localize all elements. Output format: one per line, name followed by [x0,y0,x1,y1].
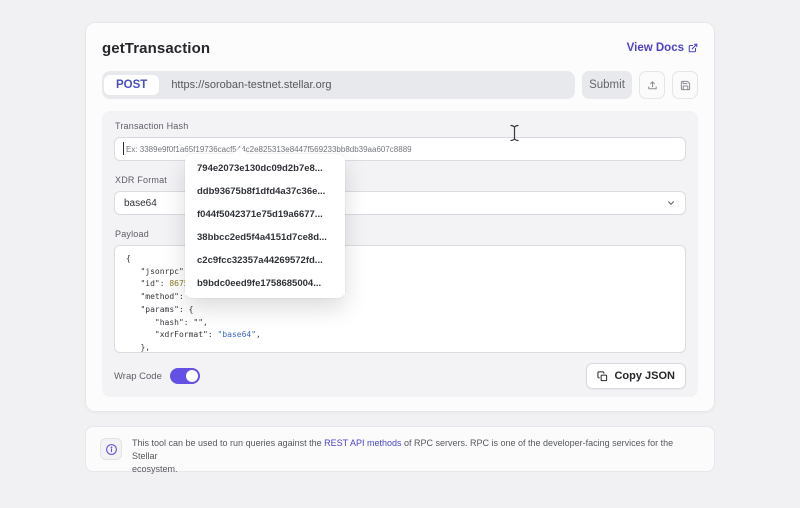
view-docs-label: View Docs [626,42,684,54]
hash-suggestions-list: 794e2073e130dc09d2b7e8... ddb93675b8f1dfd… [185,157,345,295]
copy-json-button[interactable]: Copy JSON [586,363,686,389]
info-icon [105,443,117,455]
http-method-badge: POST [104,75,160,95]
submit-button[interactable]: Submit [582,71,632,99]
hash-suggestions-dropdown: 794e2073e130dc09d2b7e8... ddb93675b8f1dfd… [185,146,345,298]
hash-suggestion-item[interactable]: f044f5042371e75d19a6677... [185,203,345,226]
copy-json-label: Copy JSON [614,370,675,382]
code-line: "params": { [140,304,194,314]
xdr-format-value: base64 [124,197,157,209]
page-title: getTransaction [102,39,211,57]
info-text-line2: ecosystem. [132,464,178,474]
request-url: https://soroban-testnet.stellar.org [171,79,332,91]
info-note-card: This tool can be used to run queries aga… [85,426,715,474]
card-header: getTransaction View Docs [102,38,698,58]
share-button[interactable] [639,71,665,99]
info-text-before: This tool can be used to run queries aga… [132,438,325,448]
hash-suggestion-item[interactable]: b9bdc0eed9fe1758685004... [185,272,345,295]
info-note-text: This tool can be used to run queries aga… [132,437,700,474]
request-url-bar: POST https://soroban-testnet.stellar.org [102,71,575,99]
endpoint-card: getTransaction View Docs POST https://so… [85,22,715,412]
request-row: POST https://soroban-testnet.stellar.org… [102,71,698,99]
save-button[interactable] [672,71,698,99]
copy-icon [597,370,608,381]
rest-api-methods-link[interactable]: REST API methods [324,438,401,448]
wrap-code-label: Wrap Code [114,370,162,382]
upload-icon [647,80,657,89]
hash-suggestion-item[interactable]: 794e2073e130dc09d2b7e8... [185,157,345,180]
text-caret [123,142,124,155]
hash-suggestion-item[interactable]: ddb93675b8f1dfd4a37c36e... [185,180,345,203]
panel-footer: Wrap Code Copy JSON [114,363,686,389]
tx-hash-label: Transaction Hash [115,121,189,131]
chevron-down-icon [668,201,674,205]
info-icon-box [100,438,122,460]
save-icon [680,80,690,90]
wrap-code-toggle[interactable] [169,368,200,384]
code-line: "xdrFormat": "base64", [154,330,261,340]
hash-suggestion-item[interactable]: 38bbcc2ed5f4a4151d7ce8d... [185,226,345,249]
toggle-knob [185,370,198,382]
view-docs-link[interactable]: View Docs [627,42,698,54]
hash-suggestion-item[interactable]: c2c9fcc32357a44269572fd... [185,249,345,272]
wrap-code-group: Wrap Code [114,368,200,384]
code-line: }, [140,342,151,352]
external-link-icon [688,43,698,53]
code-line: "hash": "", [154,317,208,327]
